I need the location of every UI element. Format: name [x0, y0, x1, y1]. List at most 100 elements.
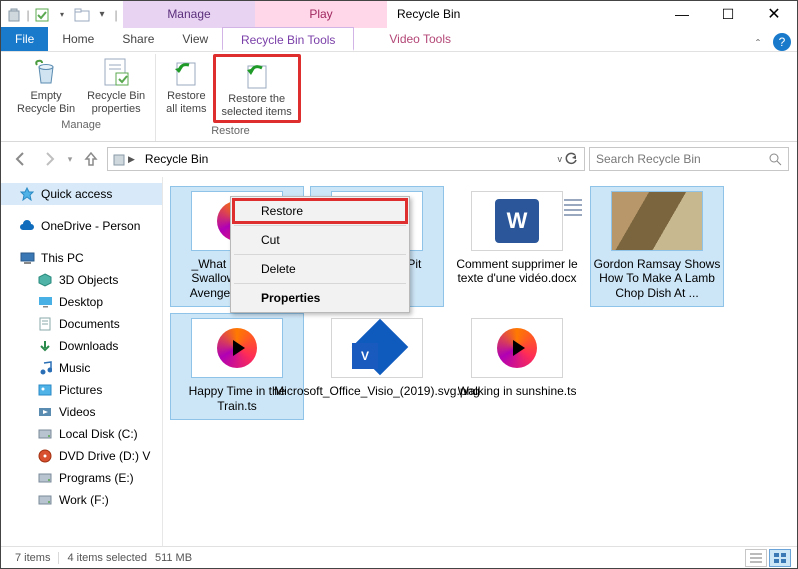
context-menu-delete[interactable]: Delete — [233, 257, 407, 281]
minimize-button[interactable]: — — [659, 1, 705, 28]
sidebar-item-label: Programs (E:) — [59, 471, 134, 485]
empty-recycle-bin-icon — [30, 56, 62, 88]
tab-view[interactable]: View — [168, 27, 222, 51]
empty-recycle-bin-button[interactable]: Empty Recycle Bin — [11, 54, 81, 117]
context-menu-cut[interactable]: Cut — [233, 228, 407, 252]
sidebar-item[interactable]: Pictures — [1, 379, 162, 401]
breadcrumb-root-chevron-icon[interactable]: ▶ — [128, 154, 139, 165]
sidebar-item[interactable]: DVD Drive (D:) V — [1, 445, 162, 467]
ribbon-group-manage: Empty Recycle Bin Recycle Bin properties… — [7, 54, 156, 141]
sidebar-item-label: Downloads — [59, 339, 118, 353]
sidebar-item[interactable]: Desktop — [1, 291, 162, 313]
sidebar-item[interactable]: Downloads — [1, 335, 162, 357]
sidebar-item[interactable]: 3D Objects — [1, 269, 162, 291]
sidebar-item[interactable]: Documents — [1, 313, 162, 335]
sidebar-item-label: Pictures — [59, 383, 102, 397]
sidebar-item[interactable]: This PC — [1, 247, 162, 269]
file-item[interactable]: Happy Time in the Train.ts — [171, 314, 303, 419]
maximize-button[interactable]: ☐ — [705, 1, 751, 28]
sidebar-item-label: Quick access — [41, 187, 112, 201]
dvd-icon — [37, 448, 53, 464]
file-name-label: Gordon Ramsay Shows How To Make A Lamb C… — [593, 257, 721, 300]
file-item[interactable]: Gordon Ramsay Shows How To Make A Lamb C… — [591, 187, 723, 306]
disk-icon — [37, 426, 53, 442]
tab-home[interactable]: Home — [48, 27, 108, 51]
file-item[interactable]: W Comment supprimer le texte d'une vidéo.… — [451, 187, 583, 306]
recycle-bin-properties-button[interactable]: Recycle Bin properties — [81, 54, 151, 117]
sidebar-item-label: Work (F:) — [59, 493, 109, 507]
file-name-label: Microsoft_Office_Visio_(2019).svg.png — [274, 384, 480, 398]
qat-overflow-icon[interactable]: ▾ — [93, 6, 111, 24]
sidebar-item[interactable]: Quick access — [1, 183, 162, 205]
ribbon-collapse-icon[interactable]: ˆ — [747, 37, 769, 51]
qat-dropdown-icon[interactable]: ▾ — [53, 6, 71, 24]
tab-file[interactable]: File — [1, 27, 48, 51]
doc-icon — [37, 316, 53, 332]
qat-new-folder-icon[interactable] — [73, 6, 91, 24]
context-menu-properties[interactable]: Properties — [233, 286, 407, 310]
refresh-icon[interactable] — [564, 152, 578, 166]
title-bar: | ▾ ▾ | Manage Play Recycle Bin — ☐ ✕ — [1, 1, 797, 28]
sidebar-item-label: 3D Objects — [59, 273, 118, 287]
sidebar-item-label: Documents — [59, 317, 120, 331]
status-bar: 7 items 4 items selected 511 MB — [1, 546, 797, 568]
tab-share[interactable]: Share — [108, 27, 168, 51]
sidebar-item[interactable]: Work (F:) — [1, 489, 162, 511]
qat-separator: | — [25, 6, 31, 24]
file-name-label: Walking in sunshine.ts — [458, 384, 577, 398]
qat-separator-2: | — [113, 6, 119, 24]
breadcrumb[interactable]: Recycle Bin — [139, 152, 214, 166]
file-item[interactable]: Walking in sunshine.ts — [451, 314, 583, 419]
restore-all-items-button[interactable]: Restore all items — [160, 54, 212, 123]
sidebar-item[interactable]: OneDrive - Person — [1, 215, 162, 237]
sidebar-item[interactable]: Music — [1, 357, 162, 379]
ribbon-group-restore: Restore all items Restore the selected i… — [156, 54, 305, 141]
restore-selected-icon — [241, 59, 273, 91]
sidebar-item[interactable]: Local Disk (C:) — [1, 423, 162, 445]
navigation-bar: ▾ ▶ Recycle Bin v Search Recycle Bin — [1, 142, 797, 176]
sidebar-item-label: Desktop — [59, 295, 103, 309]
properties-sheet-icon — [100, 56, 132, 88]
search-placeholder: Search Recycle Bin — [596, 152, 701, 166]
file-thumbnail: W — [471, 191, 563, 251]
address-dropdown-icon[interactable]: v — [558, 154, 563, 164]
sidebar-item[interactable]: Videos — [1, 401, 162, 423]
window-title: Recycle Bin — [387, 1, 659, 28]
up-button[interactable] — [79, 147, 103, 171]
file-thumbnail — [611, 191, 703, 251]
history-dropdown-icon[interactable]: ▾ — [65, 154, 75, 165]
sidebar-item[interactable]: Programs (E:) — [1, 467, 162, 489]
sidebar-item-label: Local Disk (C:) — [59, 427, 138, 441]
sidebar-item-label: This PC — [41, 251, 84, 265]
navigation-pane[interactable]: Quick access OneDrive - Person This PC 3D O… — [1, 177, 163, 546]
tab-recycle-bin-tools[interactable]: Recycle Bin Tools — [222, 27, 354, 51]
status-selected-size: 511 MB — [155, 552, 200, 564]
file-name-label: Comment supprimer le texte d'une vidéo.d… — [453, 257, 581, 286]
address-bar[interactable]: ▶ Recycle Bin v — [107, 147, 585, 171]
context-menu-restore[interactable]: Restore — [233, 199, 407, 223]
context-menu-separator — [234, 283, 406, 284]
file-thumbnail — [191, 318, 283, 378]
restore-selected-items-button[interactable]: Restore the selected items — [213, 54, 301, 123]
ctx-header-play: Play — [255, 1, 387, 28]
file-thumbnail — [471, 318, 563, 378]
ctx-header-manage: Manage — [123, 1, 255, 28]
file-item[interactable]: VMicrosoft_Office_Visio_(2019).svg.png — [311, 314, 443, 419]
forward-button[interactable] — [37, 147, 61, 171]
details-view-button[interactable] — [745, 549, 767, 567]
back-button[interactable] — [9, 147, 33, 171]
address-recycle-bin-icon — [110, 150, 128, 168]
tab-video-tools[interactable]: Video Tools — [354, 27, 486, 51]
disk-icon — [37, 470, 53, 486]
qat-properties-icon[interactable] — [33, 6, 51, 24]
close-button[interactable]: ✕ — [751, 1, 797, 28]
help-icon[interactable]: ? — [773, 33, 791, 51]
view-switcher — [745, 549, 791, 567]
quick-access-toolbar: | ▾ ▾ | — [1, 1, 123, 28]
window-controls: — ☐ ✕ — [659, 1, 797, 28]
ribbon-group-label-manage: Manage — [61, 117, 101, 132]
sidebar-item-label: DVD Drive (D:) V — [59, 449, 150, 463]
thumbnails-view-button[interactable] — [769, 549, 791, 567]
search-input[interactable]: Search Recycle Bin — [589, 147, 789, 171]
down-icon — [37, 338, 53, 354]
